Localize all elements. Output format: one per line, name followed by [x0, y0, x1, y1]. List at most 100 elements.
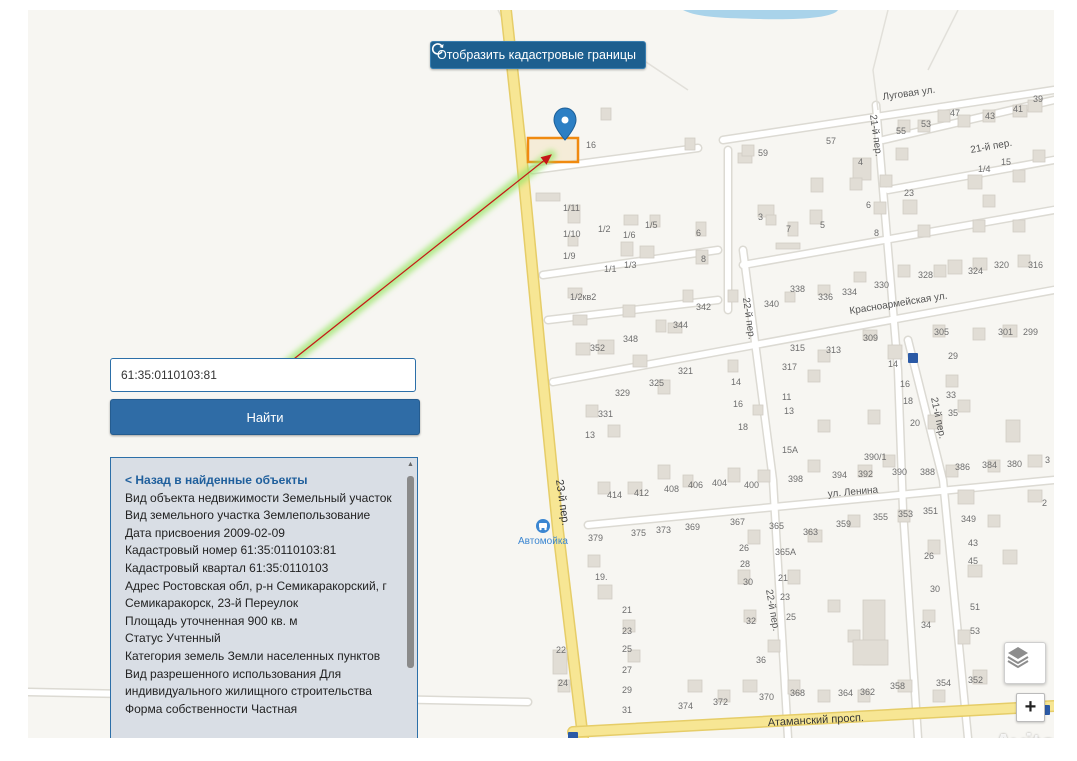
svg-text:26: 26 — [739, 543, 749, 553]
svg-text:43: 43 — [968, 538, 978, 548]
layers-button[interactable] — [1004, 642, 1046, 684]
panel-scrollbar[interactable]: ▲ — [406, 460, 415, 738]
svg-text:53: 53 — [921, 119, 931, 129]
svg-text:16: 16 — [733, 399, 743, 409]
svg-text:351: 351 — [923, 506, 938, 516]
layers-icon — [1007, 647, 1029, 669]
info-cadastral-number: Кадастровый номер 61:35:0110103:81 — [125, 543, 337, 558]
svg-text:348: 348 — [623, 334, 638, 344]
svg-text:414: 414 — [607, 490, 622, 500]
arrow-line — [278, 154, 552, 372]
svg-text:404: 404 — [712, 478, 727, 488]
svg-text:6: 6 — [696, 228, 701, 238]
show-cadastral-boundaries-button[interactable]: Отобразить кадастровые границы — [430, 41, 646, 69]
svg-text:363: 363 — [803, 527, 818, 537]
svg-text:328: 328 — [918, 270, 933, 280]
svg-text:354: 354 — [936, 678, 951, 688]
zoom-in-button[interactable]: + — [1016, 693, 1045, 722]
svg-text:305: 305 — [934, 327, 949, 337]
svg-text:1/2кв2: 1/2кв2 — [570, 292, 596, 302]
svg-text:340: 340 — [764, 299, 779, 309]
svg-text:18: 18 — [738, 422, 748, 432]
svg-text:365А: 365А — [775, 547, 796, 557]
object-info-content: < Назад в найденные объекты Вид объекта … — [125, 472, 395, 718]
svg-text:344: 344 — [673, 320, 688, 330]
cadastral-number-search-input[interactable] — [110, 358, 416, 392]
svg-text:23: 23 — [780, 592, 790, 602]
svg-text:1/11: 1/11 — [563, 203, 580, 213]
svg-text:324: 324 — [968, 266, 983, 276]
svg-text:26: 26 — [924, 551, 934, 561]
svg-text:43: 43 — [985, 111, 995, 121]
svg-text:2: 2 — [1042, 498, 1047, 508]
svg-text:39: 39 — [1033, 94, 1043, 104]
svg-text:5: 5 — [820, 220, 825, 230]
svg-text:21: 21 — [778, 573, 788, 583]
svg-text:14: 14 — [888, 359, 898, 369]
street-atamansky: Атаманский просп. — [768, 712, 865, 729]
svg-text:301: 301 — [998, 327, 1013, 337]
carwash-poi-icon[interactable] — [536, 519, 550, 533]
svg-text:3: 3 — [1045, 455, 1050, 465]
svg-text:373: 373 — [656, 525, 671, 535]
object-info-panel[interactable]: < Назад в найденные объекты Вид объекта … — [110, 457, 418, 738]
svg-text:24: 24 — [558, 678, 568, 688]
info-assignment-date: Дата присвоения 2009-02-09 — [125, 525, 285, 540]
svg-text:325: 325 — [649, 378, 664, 388]
map-view[interactable]: 16 59 57 4 6 8 5 3 7 1/11 1/2 1/6 1/5 1/10 1/9 1/1 1/3 6… — [28, 10, 1054, 738]
svg-text:370: 370 — [759, 692, 774, 702]
scrollbar-thumb[interactable] — [407, 476, 414, 668]
svg-text:380: 380 — [1007, 459, 1022, 469]
info-cadastral-quarter: Кадастровый квартал 61:35:0110103 — [125, 560, 329, 575]
svg-text:16: 16 — [586, 140, 596, 150]
svg-text:315: 315 — [790, 343, 805, 353]
svg-text:309: 309 — [863, 333, 878, 343]
svg-text:299: 299 — [1023, 327, 1038, 337]
svg-text:398: 398 — [788, 474, 803, 484]
svg-text:36: 36 — [756, 655, 766, 665]
svg-text:28: 28 — [740, 559, 750, 569]
svg-text:15А: 15А — [782, 445, 798, 455]
scroll-up-icon[interactable]: ▲ — [406, 460, 415, 469]
svg-text:334: 334 — [842, 287, 857, 297]
svg-text:22: 22 — [556, 645, 566, 655]
svg-text:32: 32 — [746, 616, 756, 626]
svg-text:23: 23 — [622, 626, 632, 636]
info-status: Статус Учтенный — [125, 631, 221, 646]
svg-text:406: 406 — [688, 480, 703, 490]
info-object-type: Вид объекта недвижимости Земельный участ… — [125, 490, 392, 505]
svg-text:33: 33 — [946, 390, 956, 400]
svg-text:358: 358 — [890, 681, 905, 691]
svg-text:316: 316 — [1028, 260, 1043, 270]
svg-text:1/5: 1/5 — [645, 220, 658, 230]
back-to-results-link[interactable]: < Назад в найденные объекты — [125, 472, 395, 490]
svg-text:30: 30 — [930, 584, 940, 594]
svg-text:394: 394 — [832, 470, 847, 480]
svg-text:364: 364 — [838, 688, 853, 698]
svg-text:1/1: 1/1 — [604, 264, 617, 274]
svg-text:390/1: 390/1 — [864, 452, 887, 462]
svg-text:352: 352 — [590, 343, 605, 353]
svg-text:329: 329 — [615, 388, 630, 398]
svg-text:4: 4 — [858, 157, 863, 167]
svg-text:3: 3 — [758, 212, 763, 222]
svg-text:359: 359 — [836, 519, 851, 529]
svg-text:13: 13 — [784, 406, 794, 416]
svg-text:29: 29 — [622, 685, 632, 695]
svg-text:59: 59 — [758, 148, 768, 158]
svg-text:25: 25 — [786, 612, 796, 622]
info-address: Адрес Ростовская обл, р-н Семикаракорски… — [125, 578, 387, 611]
svg-text:7: 7 — [786, 224, 791, 234]
info-ownership: Форма собственности Частная — [125, 701, 298, 716]
poi-carwash-label: Автомойка — [518, 536, 568, 547]
svg-text:35: 35 — [948, 408, 958, 418]
find-button[interactable]: Найти — [110, 399, 420, 435]
svg-text:353: 353 — [898, 509, 913, 519]
svg-text:16: 16 — [900, 379, 910, 389]
svg-text:1/4: 1/4 — [978, 164, 991, 174]
svg-text:372: 372 — [713, 697, 728, 707]
svg-text:31: 31 — [622, 705, 632, 715]
svg-text:392: 392 — [858, 469, 873, 479]
svg-text:365: 365 — [769, 521, 784, 531]
location-marker-icon[interactable] — [553, 107, 577, 141]
